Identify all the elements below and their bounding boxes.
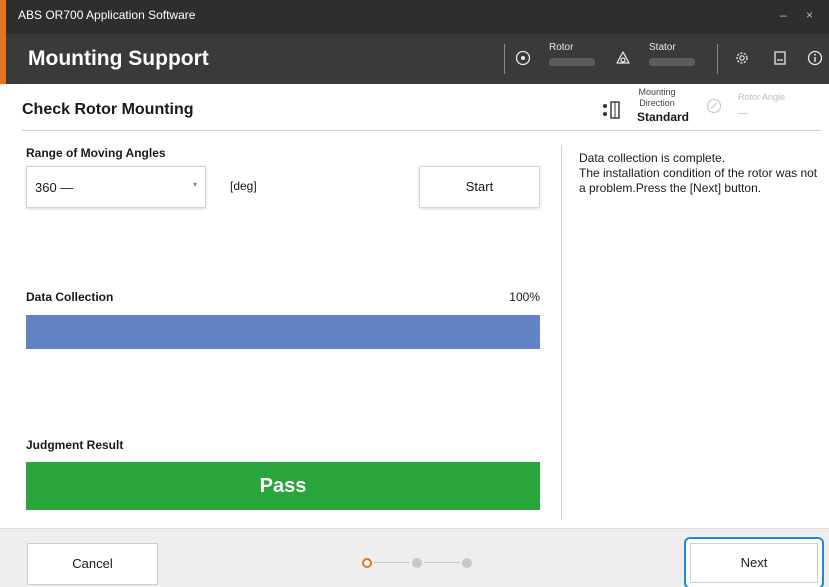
mounting-direction-label: Mounting Direction [638,87,676,108]
app-header: Mounting Support Rotor Stator [0,34,829,84]
window-controls[interactable]: – × [780,8,821,22]
next-button[interactable]: Next [690,543,818,583]
data-collection-percent: 100% [509,290,540,304]
step-dot [462,558,472,568]
rotor-serial [549,58,595,66]
stator-icon [614,50,632,71]
next-button-focus-ring: Next [684,537,824,587]
header-divider [504,44,505,74]
title-accent [0,0,6,34]
mounting-direction-icon [599,97,625,123]
range-unit: [deg] [230,179,257,193]
rotor-label: Rotor [549,42,574,53]
step-dot [362,558,372,568]
footer-bar: Cancel Next [0,528,829,587]
step-connector [424,562,460,563]
rotor-angle-label: Rotor Angle [738,92,786,102]
rotor-icon [514,50,532,71]
header-divider [717,44,718,74]
range-label: Range of Moving Angles [26,146,166,160]
panel-divider [561,145,562,520]
cancel-button[interactable]: Cancel [27,543,158,585]
status-message: Data collection is complete. The installa… [579,151,818,195]
rotor-angle-icon [706,98,722,117]
stator-serial [649,58,695,66]
rotor-angle-value: — [738,108,748,119]
range-value: 360 — [35,180,74,195]
step-indicator [362,557,488,569]
step-dot [412,558,422,568]
data-collection-label: Data Collection [26,290,114,304]
settings-icon[interactable] [733,50,751,71]
page-title: Mounting Support [28,47,209,70]
header-accent [0,34,6,84]
step-connector [374,562,410,563]
stator-label: Stator [649,42,676,53]
title-bar: ABS OR700 Application Software – × [0,0,829,34]
start-button[interactable]: Start [419,166,540,208]
window-title: ABS OR700 Application Software [18,8,196,22]
progress-fill [26,315,540,349]
judgment-result-badge: Pass [26,462,540,510]
section-title: Check Rotor Mounting [22,101,194,118]
judgment-label: Judgment Result [26,438,124,452]
info-icon[interactable] [806,50,824,71]
chevron-down-icon: ▾ [192,180,197,189]
section-divider [22,130,821,131]
document-icon[interactable] [771,50,789,71]
data-collection-progress [26,315,540,349]
range-dropdown[interactable]: 360 — ▾ [26,166,206,208]
mounting-direction-value: Standard [637,110,690,124]
